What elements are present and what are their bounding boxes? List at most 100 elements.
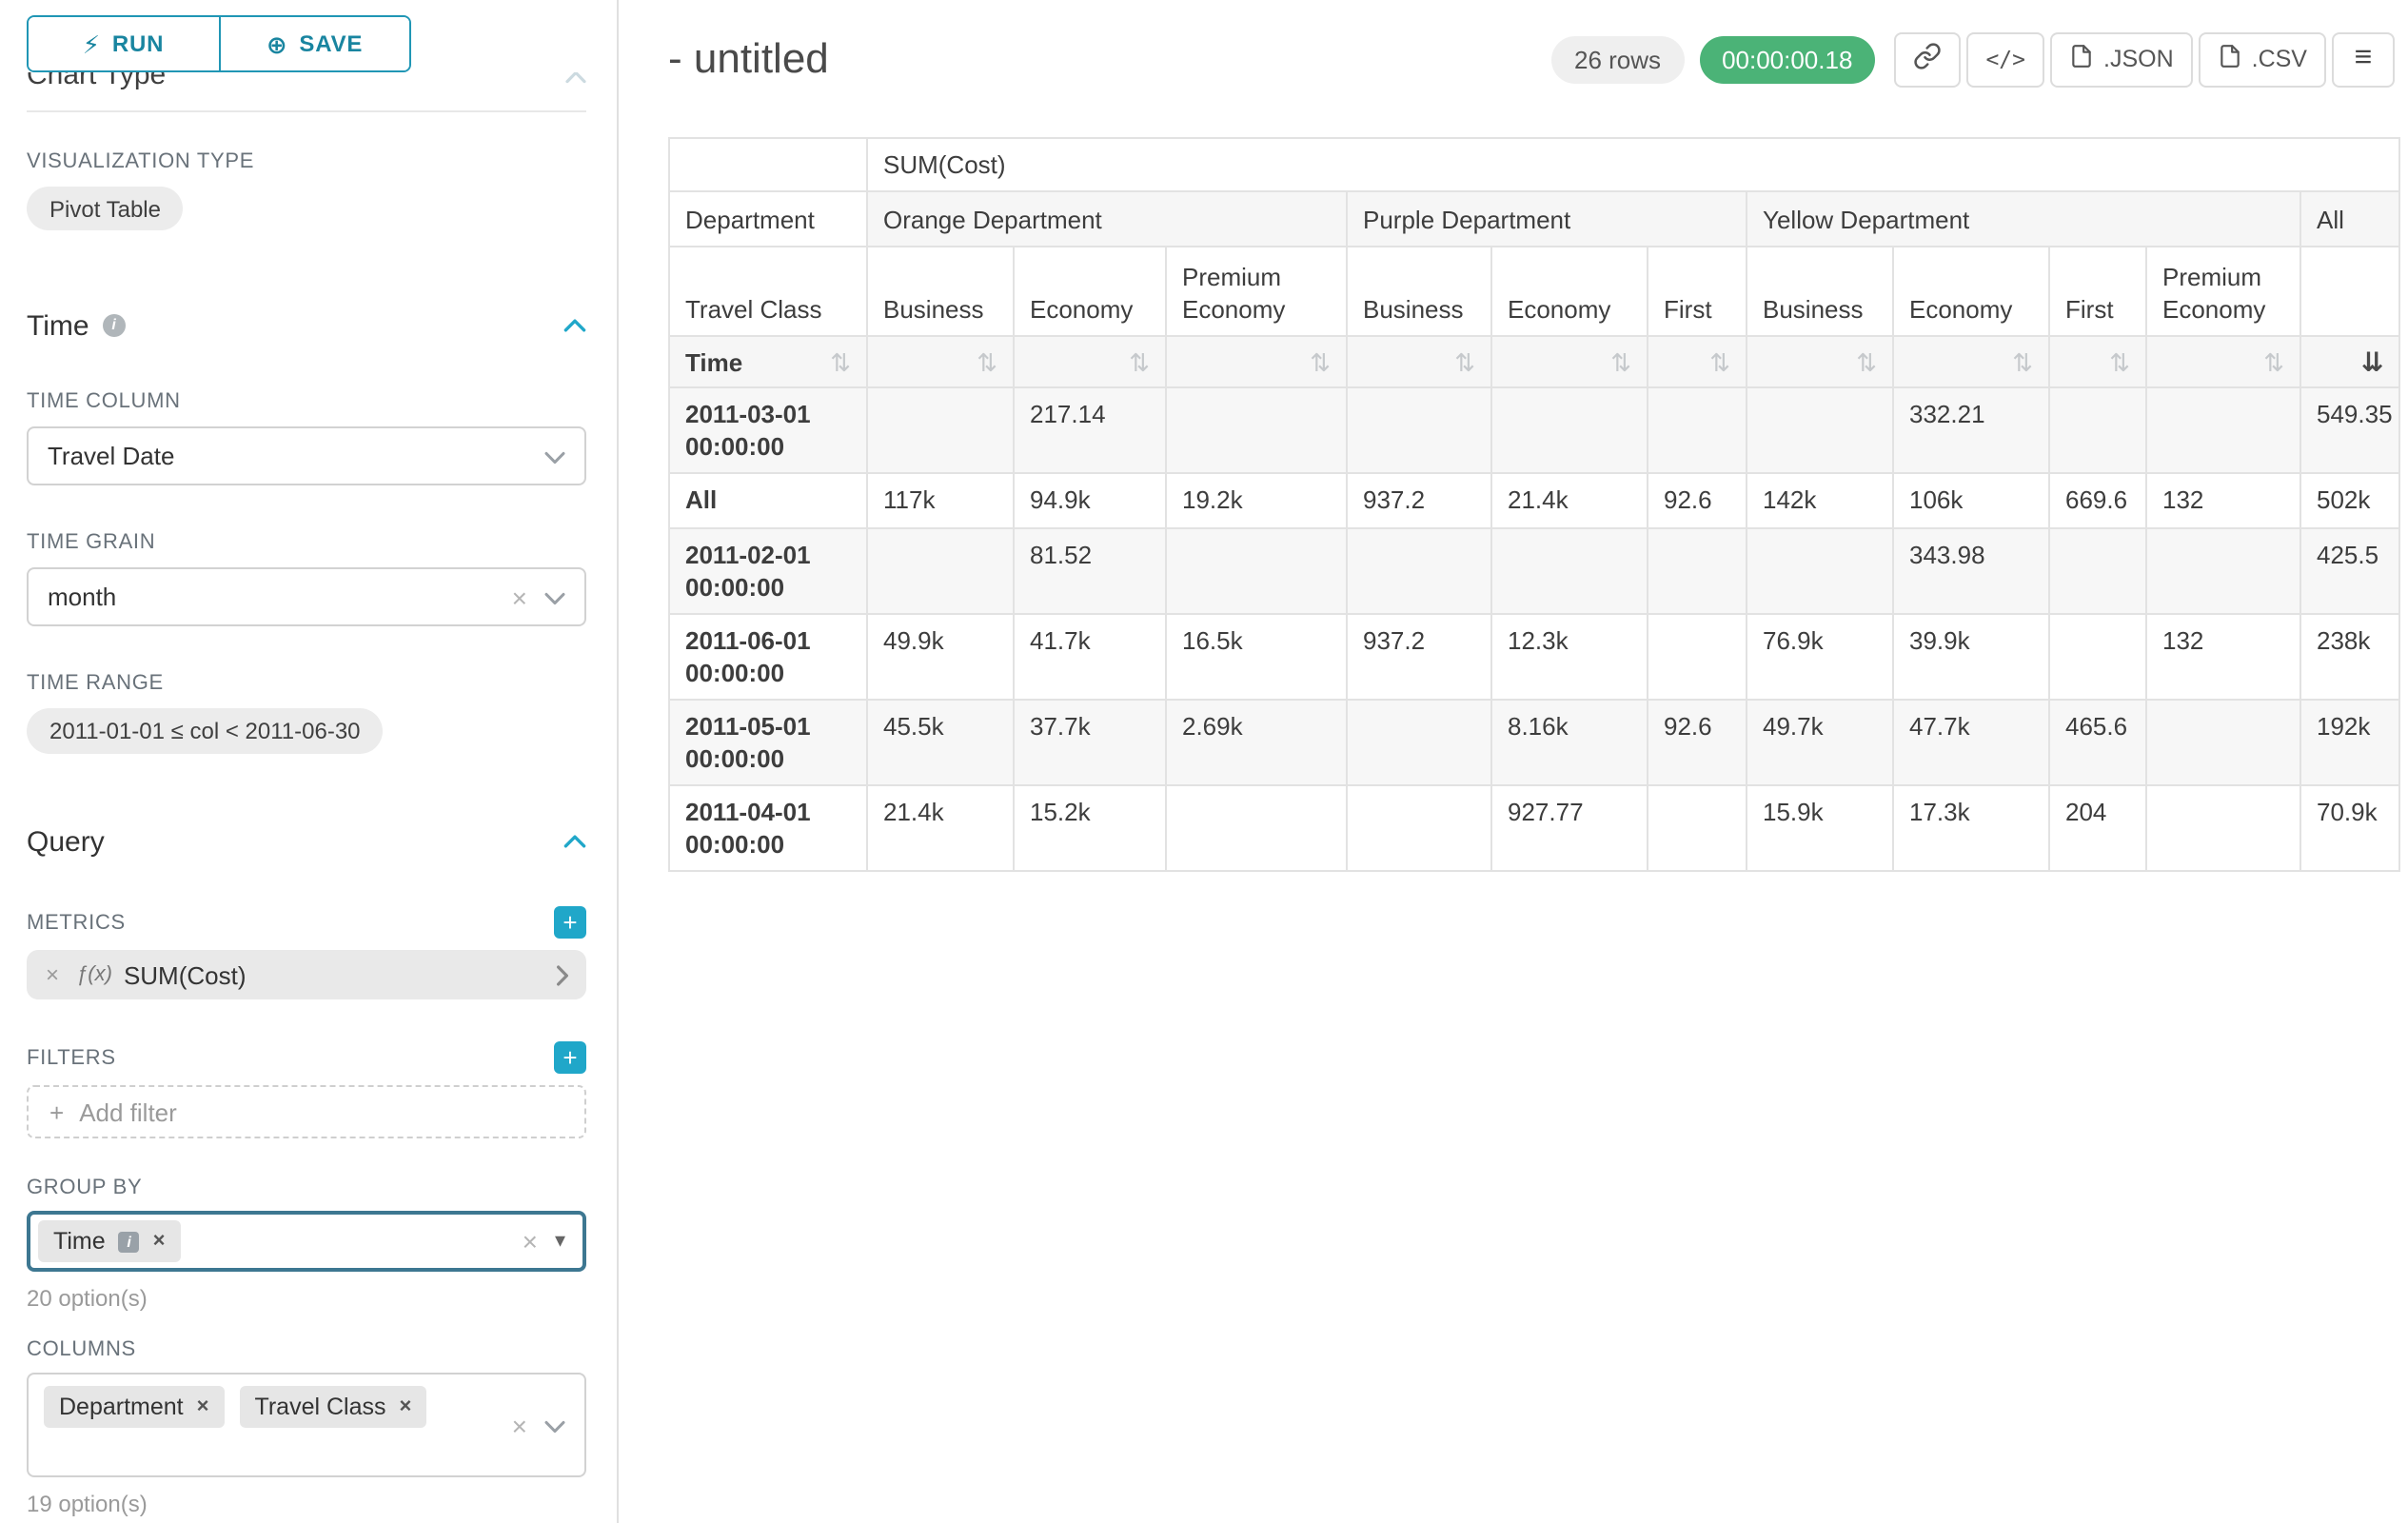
pivot-col-header: Economy: [1014, 247, 1166, 336]
sort-icon[interactable]: ⇅: [1310, 349, 1331, 374]
chevron-down-icon[interactable]: [544, 583, 565, 611]
sort-icon[interactable]: ⇅: [1129, 349, 1150, 374]
copy-link-button[interactable]: [1894, 31, 1961, 87]
columns-select[interactable]: Department×Travel Class× ×: [27, 1373, 586, 1477]
pivot-col-header: Economy: [1491, 247, 1648, 336]
code-icon: </>: [1985, 46, 2025, 72]
time-column-select[interactable]: Travel Date: [27, 426, 586, 485]
menu-icon: ≡: [2355, 44, 2373, 74]
pivot-sort-cell[interactable]: ⇅: [1648, 336, 1747, 387]
pivot-value-cell: 132: [2146, 614, 2300, 700]
time-section-header[interactable]: Time i: [27, 307, 586, 345]
remove-icon[interactable]: ×: [153, 1231, 166, 1252]
pivot-value-cell: [2146, 700, 2300, 785]
pivot-col-header: First: [2049, 247, 2146, 336]
metric-pill[interactable]: × ƒ(x) SUM(Cost): [27, 950, 586, 999]
pivot-row-label: 2011-05-01 00:00:00: [669, 700, 867, 785]
pivot-col-header: Business: [1747, 247, 1893, 336]
chevron-down-icon[interactable]: [544, 442, 565, 470]
add-filter-plus-button[interactable]: +: [554, 1041, 586, 1074]
pivot-value-cell: 192k: [2300, 700, 2399, 785]
pivot-value-cell: [1166, 785, 1347, 871]
pivot-column-axis2-label: Travel Class: [669, 247, 867, 336]
query-section-header[interactable]: Query: [27, 822, 586, 860]
chart-title[interactable]: - untitled: [668, 34, 829, 84]
pivot-col-header: [2300, 247, 2399, 336]
pivot-sort-cell[interactable]: Time⇅: [669, 336, 867, 387]
time-grain-select[interactable]: month ×: [27, 567, 586, 626]
add-filter-placeholder: Add filter: [79, 1098, 177, 1126]
sort-icon[interactable]: ⇅: [1610, 349, 1631, 374]
run-label: RUN: [112, 30, 164, 57]
sort-icon[interactable]: ⇅: [1856, 349, 1877, 374]
pivot-value-cell: 70.9k: [2300, 785, 2399, 871]
pivot-sort-cell[interactable]: ⇅: [1491, 336, 1648, 387]
field-tag-label: Department: [59, 1394, 184, 1420]
pivot-value-cell: 19.2k: [1166, 473, 1347, 528]
pivot-group-header: Yellow Department: [1747, 191, 2300, 247]
save-button[interactable]: ⊕ SAVE: [218, 17, 409, 70]
clear-icon[interactable]: ×: [523, 1228, 538, 1255]
sort-icon[interactable]: ⇅: [1709, 349, 1730, 374]
remove-icon[interactable]: ×: [197, 1396, 209, 1417]
clear-icon[interactable]: ×: [512, 1412, 527, 1438]
download-csv-button[interactable]: .CSV: [2199, 31, 2326, 87]
info-icon: i: [119, 1231, 140, 1252]
caret-down-icon[interactable]: ▾: [555, 1231, 565, 1252]
sort-icon[interactable]: ⇅: [830, 349, 851, 374]
sort-icon[interactable]: ⇅: [2012, 349, 2033, 374]
chevron-up-icon[interactable]: [563, 318, 586, 333]
pivot-value-cell: [1491, 528, 1648, 614]
pivot-row-label: 2011-04-01 00:00:00: [669, 785, 867, 871]
pivot-value-cell: 465.6: [2049, 700, 2146, 785]
pivot-row-label: 2011-06-01 00:00:00: [669, 614, 867, 700]
view-query-button[interactable]: </>: [1966, 31, 2044, 87]
chevron-up-icon[interactable]: [563, 834, 586, 849]
group-by-select[interactable]: Timei× × ▾: [27, 1211, 586, 1272]
add-metric-button[interactable]: +: [554, 906, 586, 939]
viz-type-pill[interactable]: Pivot Table: [27, 187, 184, 230]
field-tag[interactable]: Travel Class×: [240, 1386, 427, 1428]
pivot-sort-cell[interactable]: ⇅: [1014, 336, 1166, 387]
pivot-sort-cell[interactable]: ⇅: [2146, 336, 2300, 387]
pivot-value-cell: [1166, 528, 1347, 614]
pivot-sort-cell[interactable]: ⇅: [1166, 336, 1347, 387]
query-timer-badge: 00:00:00.18: [1699, 35, 1875, 83]
sort-icon[interactable]: ⇅: [2263, 349, 2284, 374]
pivot-value-cell: 117k: [867, 473, 1014, 528]
pivot-value-cell: [1347, 528, 1491, 614]
pivot-col-header: Economy: [1893, 247, 2049, 336]
time-range-pill[interactable]: 2011-01-01 ≤ col < 2011-06-30: [27, 708, 384, 754]
run-button[interactable]: ⚡ RUN: [29, 17, 218, 70]
chevron-down-icon[interactable]: [544, 1408, 565, 1442]
sort-icon[interactable]: ⇅: [2109, 349, 2130, 374]
field-tag[interactable]: Timei×: [38, 1220, 181, 1262]
pivot-sort-cell[interactable]: ⇊: [2300, 336, 2399, 387]
pivot-row: 2011-05-01 00:00:0045.5k37.7k2.69k8.16k9…: [669, 700, 2399, 785]
pivot-value-cell: [2049, 387, 2146, 473]
remove-icon[interactable]: ×: [400, 1396, 412, 1417]
remove-icon[interactable]: ×: [46, 961, 59, 988]
add-filter-button[interactable]: + Add filter: [27, 1085, 586, 1138]
pivot-sort-cell[interactable]: ⇅: [867, 336, 1014, 387]
chart-type-section-header[interactable]: Chart Type: [27, 72, 586, 97]
sort-icon[interactable]: ⇅: [1454, 349, 1475, 374]
pivot-value-cell: 502k: [2300, 473, 2399, 528]
pivot-sort-cell[interactable]: ⇅: [1347, 336, 1491, 387]
pivot-sort-cell[interactable]: ⇅: [1747, 336, 1893, 387]
menu-button[interactable]: ≡: [2332, 31, 2395, 87]
clear-icon[interactable]: ×: [512, 583, 527, 610]
pivot-value-cell: [2146, 528, 2300, 614]
row-count-badge: 26 rows: [1551, 35, 1684, 83]
pivot-col-header: First: [1648, 247, 1747, 336]
pivot-row: 2011-03-01 00:00:00217.14332.21549.35: [669, 387, 2399, 473]
sort-icon[interactable]: ⇅: [977, 349, 997, 374]
pivot-sort-cell[interactable]: ⇅: [1893, 336, 2049, 387]
field-tag[interactable]: Department ×: [44, 1386, 225, 1428]
pivot-value-cell: [867, 528, 1014, 614]
download-json-button[interactable]: .JSON: [2050, 31, 2193, 87]
pivot-value-cell: [1491, 387, 1648, 473]
sort-desc-icon[interactable]: ⇊: [2361, 348, 2383, 375]
pivot-sort-cell[interactable]: ⇅: [2049, 336, 2146, 387]
chevron-right-icon[interactable]: [556, 964, 569, 985]
